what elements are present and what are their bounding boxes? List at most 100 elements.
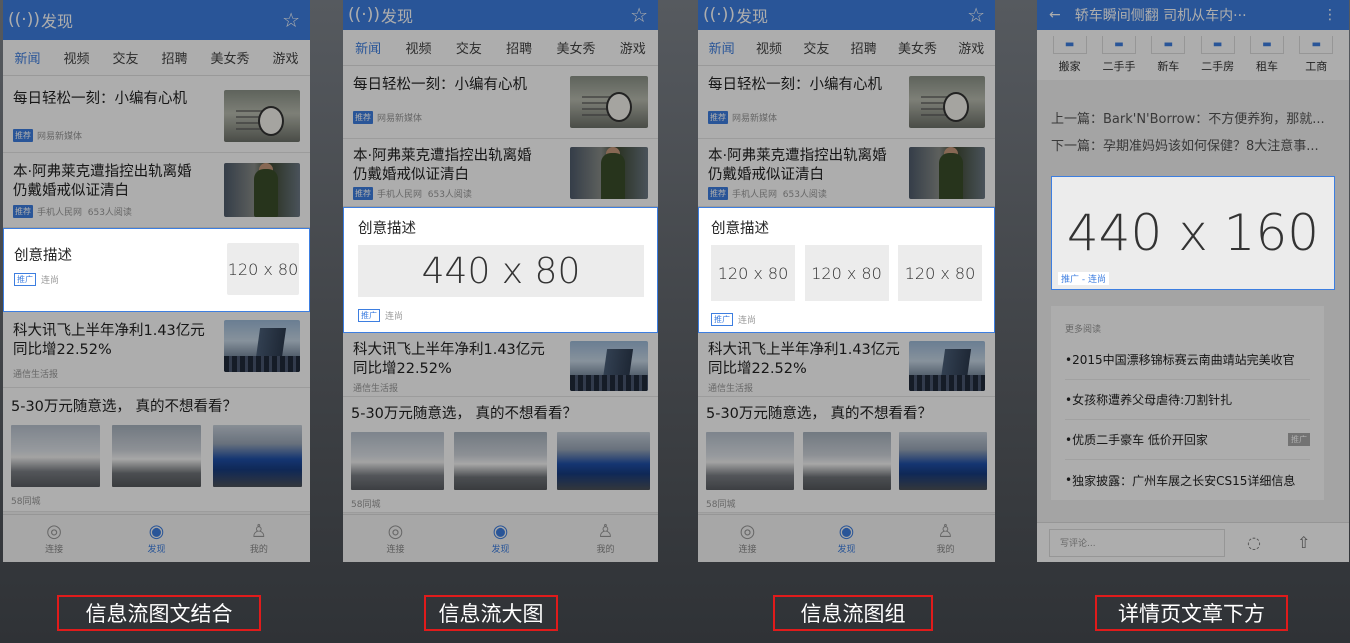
comment-input[interactable]: 写评论... [1049, 528, 1225, 557]
category-new-car[interactable]: ▬ 新车 [1151, 36, 1186, 74]
category-second-hand[interactable]: ▬ 二手手 [1101, 36, 1136, 74]
news-item[interactable]: 科大讯飞上半年净利1.43亿元 同比增22.52% 通信生活报 [343, 333, 658, 397]
car-image [454, 432, 547, 490]
news-item[interactable]: 科大讯飞上半年净利1.43亿元 同比增22.52% 通信生活报 [3, 312, 310, 388]
next-article-link[interactable]: 下一篇：孕期准妈妈该如何保健？8大注意事... [1037, 133, 1349, 160]
nav-connect[interactable]: ◎ 连接 [738, 522, 756, 556]
more-menu-icon[interactable]: ⋮ [1323, 7, 1337, 23]
wifi-logo-icon: ((·)) [8, 10, 40, 30]
tab-jobs[interactable]: 招聘 [851, 38, 877, 57]
detail-header: ← 轿车瞬间侧翻 司机从车内··· ⋮ [1037, 0, 1349, 30]
app-header: ((·)) 发现 ☆ [698, 0, 995, 30]
tab-jobs[interactable]: 招聘 [161, 48, 187, 67]
category-business[interactable]: ▬ 工商 [1299, 36, 1334, 74]
nav-discover[interactable]: ◉ 发现 [837, 521, 855, 556]
prev-article-link[interactable]: 上一篇：Bark'N'Borrow：不方便养狗，那就... [1037, 106, 1349, 133]
ad-large-image[interactable]: 创意描述 440 x 80 推广 连尚 [343, 207, 658, 333]
app-title: 发现 [41, 12, 74, 31]
news-item[interactable]: 科大讯飞上半年净利1.43亿元 同比增22.52% 通信生活报 [698, 333, 995, 397]
category-car-rental[interactable]: ▬ 租车 [1249, 36, 1284, 74]
tab-games[interactable]: 游戏 [620, 38, 646, 57]
category-label: 租车 [1255, 60, 1278, 73]
nav-discover[interactable]: ◉ 发现 [491, 522, 509, 556]
service-categories: ▬ 搬家 ▬ 二手手 ▬ 新车 ▬ 二手房 ▬ 租车 ▬ 工商 [1037, 30, 1349, 80]
recommend-tag: 推荐 [353, 187, 373, 200]
tab-social[interactable]: 交友 [803, 38, 829, 57]
nav-discover[interactable]: ◉ 发现 [147, 521, 166, 556]
caption-feed-image-group: 信息流图组 [773, 595, 933, 631]
nav-me[interactable]: ♙ 我的 [936, 522, 955, 556]
news-source: 网易新媒体 [37, 132, 83, 142]
comment-icon[interactable]: ◌ [1247, 533, 1261, 552]
nav-label: 我的 [936, 545, 955, 555]
list-item-text: 2015中国漂移锦标赛云南曲靖站完美收官 [1072, 353, 1295, 367]
nav-connect[interactable]: ◎ 连接 [386, 521, 404, 556]
advertiser: 连尚 [385, 312, 404, 322]
tab-games[interactable]: 游戏 [272, 48, 298, 67]
category-moving[interactable]: ▬ 搬家 [1052, 36, 1087, 74]
tab-games[interactable]: 游戏 [958, 38, 984, 57]
news-thumbnail [909, 76, 985, 128]
tab-social[interactable]: 交友 [112, 48, 138, 67]
list-item[interactable]: • 独家披露：广州车展之长安CS15详细信息 [1065, 460, 1310, 500]
tab-news[interactable]: 新闻 [355, 38, 381, 57]
car-image [213, 425, 302, 487]
tab-video[interactable]: 视频 [63, 48, 89, 67]
category-icon: ▬ [1101, 36, 1136, 54]
news-item[interactable]: 每日轻松一刻：小编有心机 推荐 网易新媒体 [698, 66, 995, 139]
tab-beauty[interactable]: 美女秀 [210, 48, 249, 67]
category-label: 二手手 [1102, 60, 1136, 73]
promo-tag: 推广 [14, 273, 36, 286]
ufo-icon: ◉ [838, 521, 855, 542]
news-item[interactable]: 本·阿弗莱克遭指控出轨离婚 仍戴婚戒似证清白 推荐 手机人民网 653人阅读 [3, 153, 310, 228]
recommend-tag: 推荐 [13, 129, 33, 142]
tab-beauty[interactable]: 美女秀 [556, 38, 595, 57]
tab-video[interactable]: 视频 [405, 38, 431, 57]
ad-banner-detail[interactable]: 440 x 160 推广 - 连尚 [1051, 176, 1335, 290]
nav-me[interactable]: ♙ 我的 [249, 522, 268, 556]
news-item-gallery[interactable]: 5-30万元随意选， 真的不想看看？ 58同城 [343, 397, 658, 513]
news-item[interactable]: 每日轻松一刻：小编有心机 推荐 网易新媒体 [3, 76, 310, 153]
tab-social[interactable]: 交友 [456, 38, 482, 57]
nav-label: 发现 [147, 545, 166, 555]
back-arrow-icon[interactable]: ← [1049, 7, 1061, 23]
news-item-gallery[interactable]: 5-30万元随意选， 真的不想看看？ 58同城 [3, 388, 310, 512]
recommend-tag: 推荐 [708, 187, 728, 200]
ad-image-placeholder: 440 x 80 [358, 245, 644, 297]
category-icon: ▬ [1249, 36, 1284, 54]
nav-label: 我的 [249, 545, 268, 555]
tab-beauty[interactable]: 美女秀 [898, 38, 937, 57]
news-item-gallery[interactable]: 5-30万元随意选， 真的不想看看？ 58同城 [698, 397, 995, 513]
tab-jobs[interactable]: 招聘 [506, 38, 532, 57]
category-icon: ▬ [1052, 36, 1087, 54]
news-source: 通信生活报 [708, 384, 754, 394]
tab-news[interactable]: 新闻 [14, 48, 40, 67]
app-header: ((·)) 发现 ☆ [343, 0, 658, 30]
star-icon[interactable]: ☆ [967, 3, 985, 27]
news-item[interactable]: 本·阿弗莱克遭指控出轨离婚 仍戴婚戒似证清白 推荐 手机人民网 653人阅读 [698, 139, 995, 207]
list-item-text: 女孩称遭养父母虐待:刀割针扎 [1072, 393, 1233, 407]
advertiser: 连尚 [41, 276, 60, 286]
tab-news[interactable]: 新闻 [709, 38, 735, 57]
ufo-icon: ◉ [148, 521, 165, 542]
news-source: 58同城 [11, 497, 41, 507]
comment-bar: 写评论... ◌ ⇧ [1037, 522, 1349, 562]
share-icon[interactable]: ⇧ [1297, 533, 1310, 552]
category-used-house[interactable]: ▬ 二手房 [1200, 36, 1235, 74]
news-item[interactable]: 每日轻松一刻：小编有心机 推荐 网易新媒体 [343, 66, 658, 139]
list-item[interactable]: • 2015中国漂移锦标赛云南曲靖站完美收官 [1065, 340, 1310, 380]
list-item[interactable]: • 女孩称遭养父母虐待:刀割针扎 [1065, 380, 1310, 420]
news-item[interactable]: 本·阿弗莱克遭指控出轨离婚 仍戴婚戒似证清白 推荐 手机人民网 653人阅读 [343, 139, 658, 207]
star-icon[interactable]: ☆ [630, 3, 648, 27]
star-icon[interactable]: ☆ [282, 8, 300, 32]
ad-small-image[interactable]: 创意描述 推广 连尚 120 x 80 [3, 228, 310, 312]
app-title: 发现 [736, 7, 769, 26]
nav-connect[interactable]: ◎ 连接 [45, 522, 63, 556]
nav-label: 我的 [596, 545, 615, 555]
car-image [899, 432, 987, 490]
ad-image-group[interactable]: 创意描述 120 x 80 120 x 80 120 x 80 推广 连尚 [698, 207, 995, 333]
wifi-icon: ◎ [387, 521, 404, 542]
list-item[interactable]: • 优质二手豪车 低价开回家 推广 [1065, 420, 1310, 460]
nav-me[interactable]: ♙ 我的 [596, 522, 615, 556]
tab-video[interactable]: 视频 [756, 38, 782, 57]
